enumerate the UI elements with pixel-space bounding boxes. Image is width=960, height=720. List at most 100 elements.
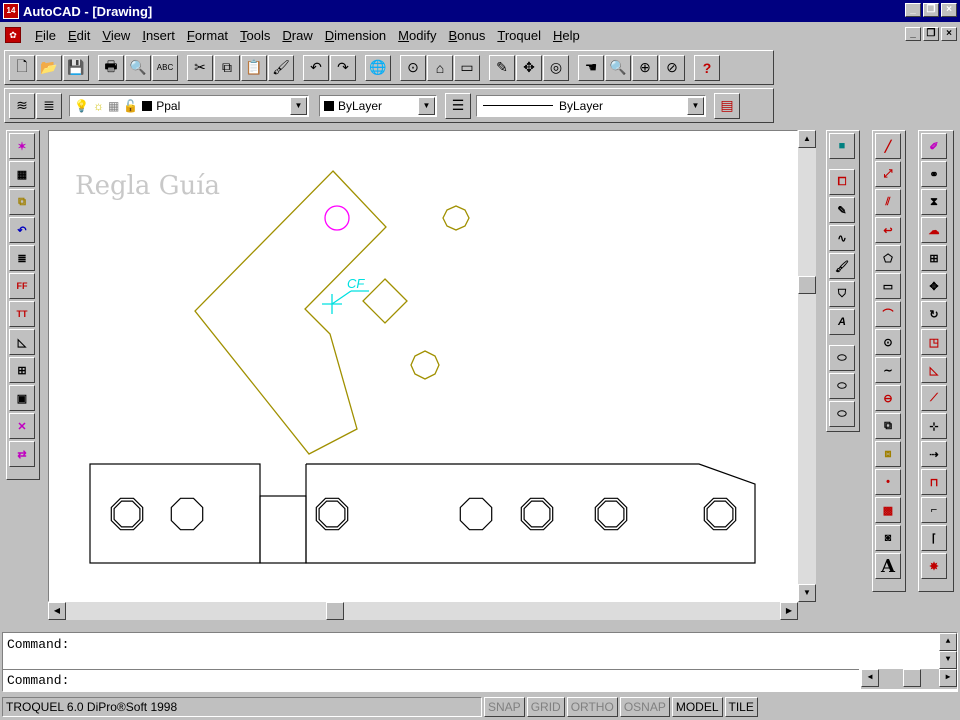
launch-browser-icon[interactable]: 🌐 [365, 54, 391, 81]
text-icon[interactable]: A [875, 553, 901, 579]
insert-block-icon[interactable]: ⧉ [875, 413, 901, 439]
curve-edit-icon[interactable]: ∿ [829, 225, 855, 251]
extend-icon[interactable]: ⇢ [921, 441, 947, 467]
xline-icon[interactable]: ⤢ [875, 161, 901, 187]
scroll-thumb[interactable] [903, 669, 921, 687]
layer-dropdown[interactable]: 💡 ☼ ▦ 🔓 Ppal ▼ [69, 94, 309, 117]
chamfer-icon[interactable]: ⌐ [921, 497, 947, 523]
make-object-layer-current-icon[interactable]: ≣ [36, 92, 62, 119]
print-icon[interactable]: 🖶 [98, 54, 124, 81]
offset-icon[interactable]: ☁ [921, 217, 947, 243]
circle-icon[interactable]: ⊙ [875, 329, 901, 355]
spell-check-icon[interactable]: ABC [152, 54, 178, 81]
edit-polygon-icon[interactable]: ⧠ [829, 169, 855, 195]
horizontal-scrollbar[interactable]: ◀ ▶ [48, 602, 798, 620]
paste-icon[interactable]: 📋 [241, 54, 267, 81]
scroll-left-icon[interactable]: ◀ [861, 669, 879, 687]
rectangle-icon[interactable]: ▭ [875, 273, 901, 299]
ucs-icon[interactable]: ⌂ [427, 54, 453, 81]
break-icon[interactable]: ⊓ [921, 469, 947, 495]
close-button[interactable]: × [941, 3, 957, 17]
app-icon[interactable]: 14 [3, 3, 19, 19]
rotate-icon[interactable]: ↻ [921, 301, 947, 327]
point-icon[interactable]: • [875, 469, 901, 495]
grid-block-icon[interactable]: ▦ [9, 161, 35, 187]
menu-draw[interactable]: Draw [276, 28, 318, 43]
explode-icon[interactable]: ✸ [921, 553, 947, 579]
brush-icon[interactable]: 🖌 [829, 253, 855, 279]
save-icon[interactable]: 💾 [63, 54, 89, 81]
zoom-previous-icon[interactable]: ⊘ [659, 54, 685, 81]
linetype-icon[interactable]: ☰ [445, 92, 471, 119]
polygon-icon[interactable]: ⬠ [875, 245, 901, 271]
redo-icon[interactable]: ↷ [330, 54, 356, 81]
lengthen-icon[interactable]: ⟋ [921, 385, 947, 411]
quad-grid-icon[interactable]: ⊞ [9, 357, 35, 383]
properties-icon[interactable]: ▤ [714, 92, 740, 119]
spline-icon[interactable]: ∼ [875, 357, 901, 383]
ellipse-2-icon[interactable]: ⬭ [829, 373, 855, 399]
line-icon[interactable]: ╱ [875, 133, 901, 159]
menu-tools[interactable]: Tools [234, 28, 276, 43]
text-edit-icon[interactable]: A [829, 309, 855, 335]
teal-square-icon[interactable]: ■ [829, 133, 855, 159]
zoom-realtime-icon[interactable]: 🔍 [605, 54, 631, 81]
pan-realtime-icon[interactable]: ☚ [578, 54, 604, 81]
redraw-icon[interactable]: ✎ [489, 54, 515, 81]
open-icon[interactable]: 📂 [36, 54, 62, 81]
undo-icon[interactable]: ↶ [303, 54, 329, 81]
vertical-scrollbar[interactable]: ▲ ▼ [798, 130, 816, 602]
command-input[interactable] [3, 669, 859, 691]
status-toggle-tile[interactable]: TILE [724, 697, 758, 717]
drawing-area[interactable]: Regla Guía CF [48, 130, 798, 602]
menu-bonus[interactable]: Bonus [442, 28, 491, 43]
doc-restore-button[interactable]: ❐ [923, 27, 939, 41]
chevron-down-icon[interactable]: ▼ [687, 96, 704, 115]
triangle-icon[interactable]: ◺ [9, 329, 35, 355]
mirror-icon[interactable]: ⧗ [921, 189, 947, 215]
scale-icon[interactable]: ◳ [921, 329, 947, 355]
copy-icon[interactable]: ⧉ [214, 54, 240, 81]
undo-arc-icon[interactable]: ↶ [9, 217, 35, 243]
status-toggle-snap[interactable]: SNAP [484, 697, 525, 717]
tt-dimension-icon[interactable]: TT [9, 301, 35, 327]
make-block-icon[interactable]: ⧈ [875, 441, 901, 467]
troquel-cross-icon[interactable]: ✕ [9, 413, 35, 439]
menu-dimension[interactable]: Dimension [319, 28, 392, 43]
scroll-down-icon[interactable]: ▼ [939, 651, 957, 669]
overlap-icon[interactable]: ⧉ [9, 189, 35, 215]
arc-icon[interactable]: ⌒ [875, 301, 901, 327]
doc-close-button[interactable]: × [941, 27, 957, 41]
help-icon[interactable]: ? [694, 54, 720, 81]
scroll-down-icon[interactable]: ▼ [798, 584, 816, 602]
zoom-window-icon[interactable]: ⊕ [632, 54, 658, 81]
scroll-up-icon[interactable]: ▲ [939, 633, 957, 651]
status-toggle-grid[interactable]: GRID [526, 697, 565, 717]
linetype-dropdown[interactable]: ByLayer ▼ [476, 94, 706, 117]
horizontal-scroll-thumb[interactable] [326, 602, 344, 620]
menu-file[interactable]: File [29, 28, 62, 43]
menu-edit[interactable]: Edit [62, 28, 96, 43]
inquiry-icon[interactable]: ▭ [454, 54, 480, 81]
ellipse-3-icon[interactable]: ⬭ [829, 401, 855, 427]
menu-modify[interactable]: Modify [392, 28, 442, 43]
document-icon[interactable]: ✿ [5, 27, 21, 43]
match-properties-icon[interactable]: 🖌 [268, 54, 294, 81]
object-snap-icon[interactable]: ⊙ [400, 54, 426, 81]
shield-edit-icon[interactable]: ⛉ [829, 281, 855, 307]
menu-format[interactable]: Format [181, 28, 234, 43]
trim-icon[interactable]: ⊹ [921, 413, 947, 439]
print-preview-icon[interactable]: 🔍 [125, 54, 151, 81]
troquel-star-icon[interactable]: ✶ [9, 133, 35, 159]
doc-minimize-button[interactable]: _ [905, 27, 921, 41]
troquel-arrow-icon[interactable]: ⇄ [9, 441, 35, 467]
scroll-up-icon[interactable]: ▲ [798, 130, 816, 148]
command-horizontal-scrollbar[interactable]: ◀ ▶ [861, 669, 957, 689]
block-icon[interactable]: ▣ [9, 385, 35, 411]
chevron-down-icon[interactable]: ▼ [290, 96, 307, 115]
status-toggle-osnap[interactable]: OSNAP [619, 697, 670, 717]
layers-icon[interactable]: ≋ [9, 92, 35, 119]
pan-icon[interactable]: ✥ [516, 54, 542, 81]
ff-dimension-icon[interactable]: FF [9, 273, 35, 299]
scroll-right-icon[interactable]: ▶ [939, 669, 957, 687]
